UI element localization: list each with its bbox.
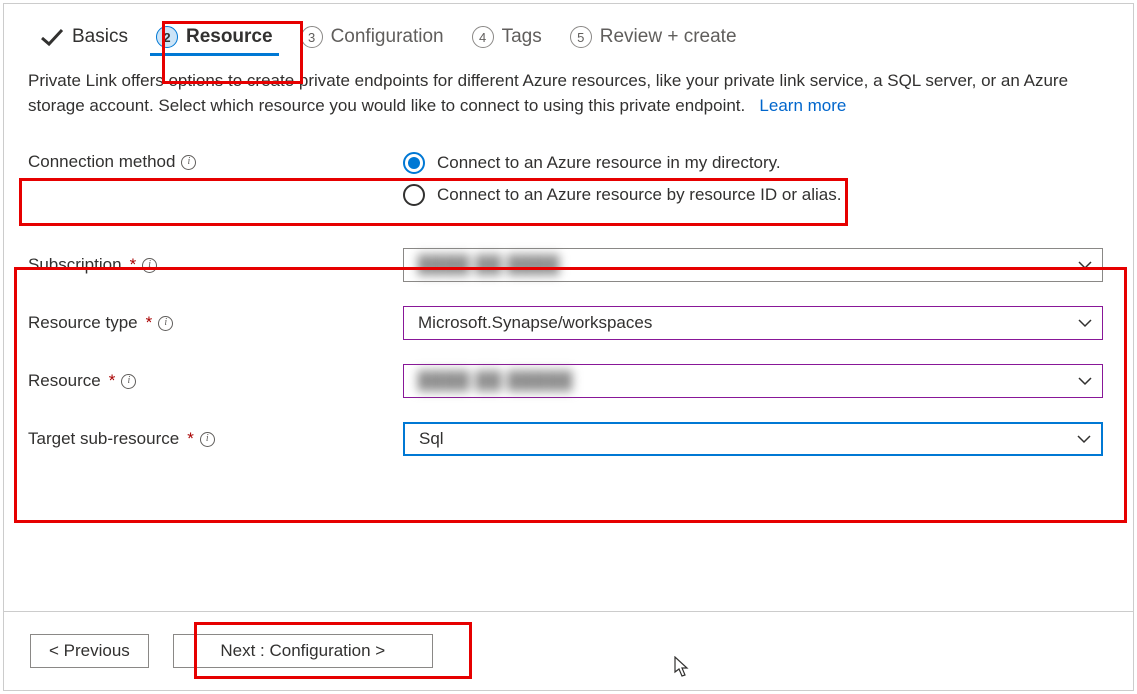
label-text: Target sub-resource <box>28 429 179 449</box>
next-configuration-button[interactable]: Next : Configuration > <box>173 634 433 668</box>
resource-type-label: Resource type * i <box>28 313 403 333</box>
resource-row: Resource * i ████ ██ █████ <box>4 348 1133 406</box>
chevron-down-icon <box>1078 319 1092 328</box>
tab-label: Configuration <box>331 26 444 48</box>
target-sub-resource-label: Target sub-resource * i <box>28 429 403 449</box>
chevron-down-icon <box>1078 377 1092 386</box>
radio-circle-icon <box>403 184 425 206</box>
info-icon[interactable]: i <box>181 155 196 170</box>
info-icon[interactable]: i <box>158 316 173 331</box>
target-sub-resource-dropdown[interactable]: Sql <box>403 422 1103 456</box>
dropdown-value: ████ ██ ████ <box>418 255 560 275</box>
description-text: Private Link offers options to create pr… <box>28 71 1068 115</box>
resource-dropdown[interactable]: ████ ██ █████ <box>403 364 1103 398</box>
wizard-tabs: Basics 2 Resource 3 Configuration 4 Tags… <box>4 4 1133 65</box>
tab-step-number: 5 <box>570 26 592 48</box>
label-text: Subscription <box>28 255 122 275</box>
check-icon <box>40 27 64 47</box>
dropdown-value: ████ ██ █████ <box>418 371 573 391</box>
tab-label: Resource <box>186 26 273 48</box>
tab-label: Tags <box>502 26 542 48</box>
resource-type-row: Resource type * i Microsoft.Synapse/work… <box>4 290 1133 348</box>
info-icon[interactable]: i <box>121 374 136 389</box>
resource-description: Private Link offers options to create pr… <box>4 65 1133 118</box>
radio-connect-resource-id[interactable]: Connect to an Azure resource by resource… <box>403 184 1103 206</box>
label-text: Connection method <box>28 152 175 172</box>
dropdown-value: Sql <box>419 429 444 449</box>
dropdown-value: Microsoft.Synapse/workspaces <box>418 313 652 333</box>
resource-type-dropdown[interactable]: Microsoft.Synapse/workspaces <box>403 306 1103 340</box>
info-icon[interactable]: i <box>200 432 215 447</box>
connection-method-label: Connection method i <box>28 152 403 172</box>
previous-button[interactable]: < Previous <box>30 634 149 668</box>
radio-circle-icon <box>403 152 425 174</box>
tab-label: Review + create <box>600 26 737 48</box>
learn-more-link[interactable]: Learn more <box>759 96 846 115</box>
radio-label: Connect to an Azure resource in my direc… <box>437 153 781 173</box>
radio-connect-directory[interactable]: Connect to an Azure resource in my direc… <box>403 152 1103 174</box>
required-indicator: * <box>109 371 116 391</box>
tab-step-number: 4 <box>472 26 494 48</box>
chevron-down-icon <box>1077 435 1091 444</box>
subscription-dropdown[interactable]: ████ ██ ████ <box>403 248 1103 282</box>
label-text: Resource <box>28 371 101 391</box>
tab-configuration[interactable]: 3 Configuration <box>301 26 444 53</box>
required-indicator: * <box>187 429 194 449</box>
connection-method-row: Connection method i Connect to an Azure … <box>4 144 1133 214</box>
create-private-endpoint-panel: Basics 2 Resource 3 Configuration 4 Tags… <box>3 3 1134 691</box>
tab-basics[interactable]: Basics <box>40 26 128 53</box>
resource-label: Resource * i <box>28 371 403 391</box>
radio-label: Connect to an Azure resource by resource… <box>437 185 841 205</box>
tab-review-create[interactable]: 5 Review + create <box>570 26 737 53</box>
tab-tags[interactable]: 4 Tags <box>472 26 542 53</box>
label-text: Resource type <box>28 313 138 333</box>
tab-step-number: 2 <box>156 26 178 48</box>
tab-label: Basics <box>72 26 128 48</box>
connection-method-radio-group: Connect to an Azure resource in my direc… <box>403 152 1109 206</box>
wizard-footer: < Previous Next : Configuration > <box>4 611 1133 690</box>
required-indicator: * <box>146 313 153 333</box>
target-sub-resource-row: Target sub-resource * i Sql <box>4 406 1133 464</box>
tab-resource[interactable]: 2 Resource <box>156 26 273 53</box>
info-icon[interactable]: i <box>142 258 157 273</box>
required-indicator: * <box>130 255 137 275</box>
subscription-row: Subscription * i ████ ██ ████ <box>4 240 1133 290</box>
subscription-label: Subscription * i <box>28 255 403 275</box>
chevron-down-icon <box>1078 261 1092 270</box>
tab-step-number: 3 <box>301 26 323 48</box>
